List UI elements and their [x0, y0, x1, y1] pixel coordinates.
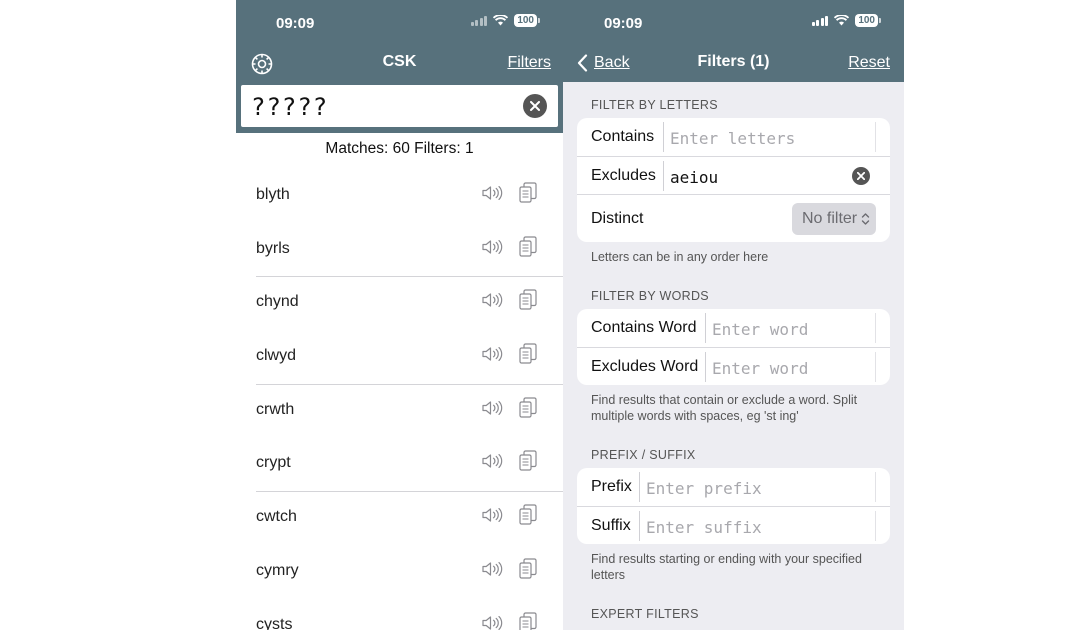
list-item[interactable]: cysts: [256, 600, 563, 630]
battery-icon: 100: [855, 14, 881, 27]
word-text: cwtch: [256, 508, 297, 526]
clear-icon[interactable]: [523, 94, 547, 118]
list-item[interactable]: cwtch: [256, 492, 563, 546]
search-screen: 09:09 100 CSK Filters ????? Matches: 60 …: [236, 0, 563, 630]
reset-button[interactable]: Reset: [848, 54, 890, 72]
letters-card: Contains Enter letters Excludes aeiou Di…: [577, 118, 890, 242]
contains-label: Contains: [591, 128, 655, 145]
cellular-signal-icon: [470, 15, 488, 26]
contains-row: Contains Enter letters: [577, 118, 890, 156]
excludes-word-row: Excludes Word Enter word: [577, 347, 890, 385]
suffix-placeholder: Enter suffix: [646, 518, 762, 537]
distinct-label: Distinct: [591, 209, 644, 227]
cellular-signal-icon: [811, 15, 829, 26]
copy-icon[interactable]: [519, 289, 537, 316]
letters-help: Letters can be in any order here: [591, 250, 769, 264]
speaker-icon[interactable]: [481, 615, 505, 630]
clear-icon[interactable]: [852, 167, 870, 185]
nav-bar: Back Filters (1) Reset: [563, 52, 904, 76]
words-card: Contains Word Enter word Excludes Word E…: [577, 309, 890, 385]
matches-count: Matches: 60 Filters: 1: [325, 140, 474, 157]
list-item[interactable]: byrls: [256, 224, 563, 278]
search-field[interactable]: ?????: [241, 85, 558, 127]
filters-button[interactable]: Filters: [507, 54, 551, 72]
speaker-icon[interactable]: [481, 507, 505, 528]
list-item[interactable]: cymry: [256, 546, 563, 600]
excludes-word-input[interactable]: Enter word: [705, 352, 876, 382]
word-text: chynd: [256, 293, 299, 311]
section-header-expert: EXPERT FILTERS: [591, 607, 699, 621]
contains-word-input[interactable]: Enter word: [705, 313, 876, 343]
copy-icon[interactable]: [519, 182, 537, 209]
prefix-row: Prefix Enter prefix: [577, 468, 890, 506]
search-header: 09:09 100 CSK Filters ?????: [236, 0, 563, 133]
status-time: 09:09: [604, 15, 643, 32]
speaker-icon[interactable]: [481, 453, 505, 474]
speaker-icon[interactable]: [481, 561, 505, 582]
word-text: byrls: [256, 239, 290, 257]
excludes-letters-input[interactable]: aeiou: [663, 161, 876, 191]
distinct-value: No filter: [802, 210, 858, 227]
prefix-input[interactable]: Enter prefix: [639, 472, 876, 502]
section-header-words: FILTER BY WORDS: [591, 289, 709, 303]
list-item[interactable]: clwyd: [256, 331, 563, 385]
copy-icon[interactable]: [519, 236, 537, 263]
nav-bar: CSK Filters: [236, 52, 563, 76]
speaker-icon[interactable]: [481, 292, 505, 313]
list-item[interactable]: chynd: [256, 277, 563, 331]
prefix-help: Find results starting or ending with you…: [591, 552, 862, 582]
copy-icon[interactable]: [519, 343, 537, 370]
results-list: blyth byrls chynd clwyd crwth crypt cwtch cymry…: [236, 170, 563, 630]
suffix-input[interactable]: Enter suffix: [639, 511, 876, 541]
contains-letters-input[interactable]: Enter letters: [663, 122, 876, 152]
section-header-letters: FILTER BY LETTERS: [591, 98, 718, 112]
word-text: blyth: [256, 186, 290, 203]
status-icons: 100: [470, 14, 540, 27]
word-text: cysts: [256, 615, 293, 630]
filters-screen: 09:09 100 Back Filters (1) Reset FILTER …: [563, 0, 904, 630]
word-text: crypt: [256, 454, 291, 472]
excludes-label: Excludes: [591, 166, 656, 184]
prefix-placeholder: Enter prefix: [646, 479, 762, 498]
copy-icon[interactable]: [519, 450, 537, 477]
status-icons: 100: [811, 14, 881, 27]
list-item[interactable]: crypt: [256, 438, 563, 493]
suffix-row: Suffix Enter suffix: [577, 506, 890, 544]
prefix-label: Prefix: [591, 478, 632, 495]
distinct-row: Distinct No filter: [577, 194, 890, 242]
words-help: Find results that contain or exclude a w…: [591, 393, 858, 423]
list-item[interactable]: crwth: [256, 385, 563, 439]
excludes-word-label: Excludes Word: [591, 357, 699, 375]
excludes-row: Excludes aeiou: [577, 156, 890, 194]
battery-icon: 100: [514, 14, 540, 27]
speaker-icon[interactable]: [481, 400, 505, 421]
list-item[interactable]: blyth: [256, 170, 563, 224]
distinct-select[interactable]: No filter: [792, 203, 876, 235]
contains-placeholder: Enter letters: [670, 129, 796, 148]
suffix-label: Suffix: [591, 516, 631, 534]
word-text: clwyd: [256, 347, 297, 365]
wifi-icon: [493, 15, 509, 26]
search-input[interactable]: ?????: [251, 93, 328, 121]
speaker-icon[interactable]: [481, 346, 505, 367]
contains-word-label: Contains Word: [591, 319, 697, 336]
status-time: 09:09: [276, 15, 315, 32]
excludes-value: aeiou: [670, 168, 719, 187]
contains-word-placeholder: Enter word: [712, 320, 809, 339]
copy-icon[interactable]: [519, 504, 537, 531]
section-header-prefix: PREFIX / SUFFIX: [591, 448, 696, 462]
filters-header: 09:09 100 Back Filters (1) Reset: [563, 0, 904, 82]
copy-icon[interactable]: [519, 397, 537, 424]
word-text: cymry: [256, 561, 299, 579]
chevron-up-down-icon: [861, 213, 870, 225]
speaker-icon[interactable]: [481, 239, 505, 260]
word-text: crwth: [256, 400, 295, 418]
speaker-icon[interactable]: [481, 185, 505, 206]
contains-word-row: Contains Word Enter word: [577, 309, 890, 347]
excludes-word-placeholder: Enter word: [712, 359, 809, 378]
copy-icon[interactable]: [519, 611, 537, 630]
prefix-card: Prefix Enter prefix Suffix Enter suffix: [577, 468, 890, 544]
wifi-icon: [834, 15, 850, 26]
copy-icon[interactable]: [519, 558, 537, 585]
